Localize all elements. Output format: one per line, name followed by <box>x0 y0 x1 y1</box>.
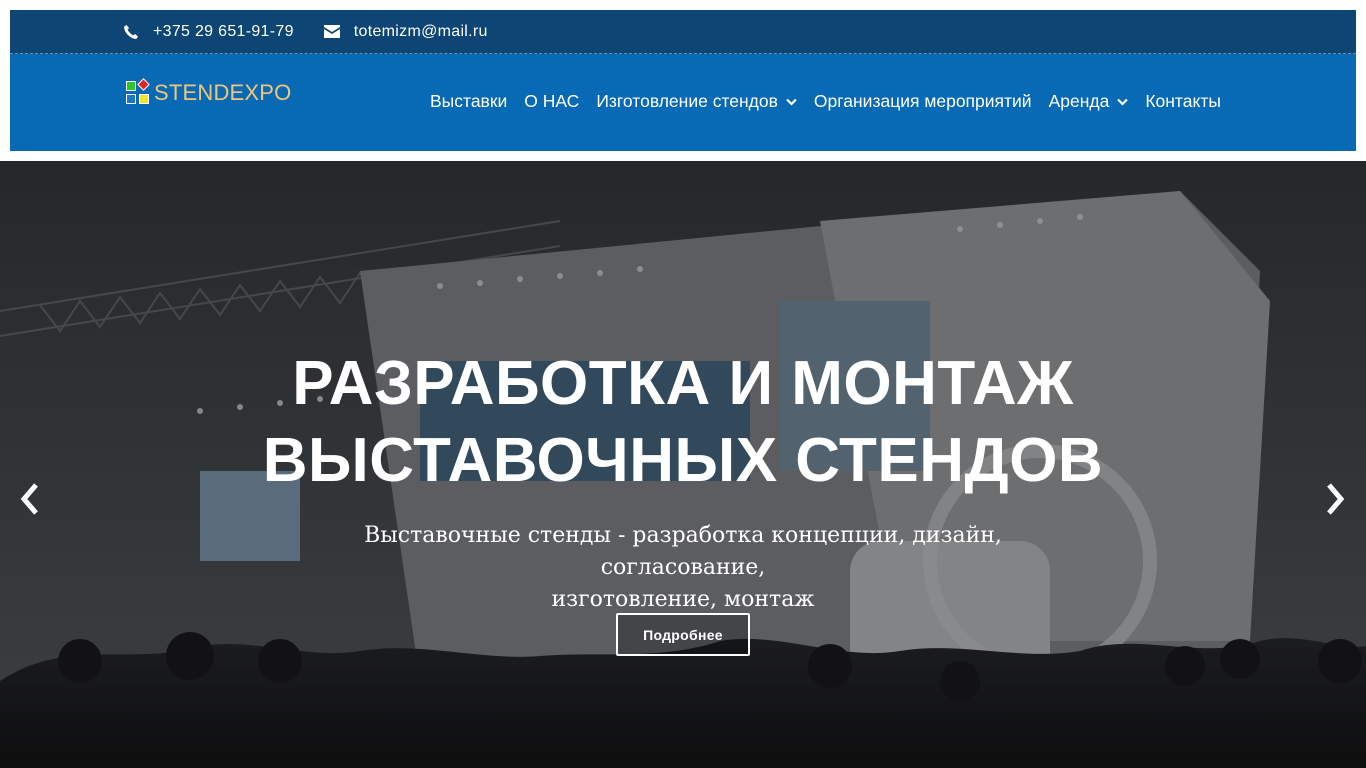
nav-label: Контакты <box>1145 91 1221 111</box>
phone-contact[interactable]: +375 29 651-91-79 <box>123 23 294 41</box>
nav-item-contacts[interactable]: Контакты <box>1145 91 1221 112</box>
contact-bar: +375 29 651-91-79 totemizm@mail.ru <box>10 10 1356 54</box>
nav-label: Организация мероприятий <box>813 91 1032 111</box>
chevron-right-icon <box>1327 483 1345 515</box>
email-contact[interactable]: totemizm@mail.ru <box>323 23 488 41</box>
hero-subtitle-line1: Выставочные стенды - разработка концепци… <box>364 523 1002 580</box>
slider-next-button[interactable] <box>1323 482 1347 521</box>
nav-item-exhibitions[interactable]: Выставки <box>430 91 507 112</box>
nav-label: Аренда <box>1048 91 1110 111</box>
phone-icon <box>124 24 138 39</box>
hero-title: РАЗРАБОТКА И МОНТАЖ ВЫСТАВОЧНЫХ СТЕНДОВ <box>0 345 1366 499</box>
nav-label: Изготовление стендов <box>596 91 778 111</box>
more-button[interactable]: Подробнее <box>616 613 750 656</box>
chevron-down-icon <box>786 98 797 106</box>
nav-item-stand-production[interactable]: Изготовление стендов <box>596 91 797 112</box>
nav-item-rent[interactable]: Аренда <box>1049 91 1129 112</box>
hero-title-line2: ВЫСТАВОЧНЫХ СТЕНДОВ <box>262 426 1104 495</box>
logo-text: STENDEXPO <box>154 80 292 105</box>
chevron-down-icon <box>1117 98 1129 106</box>
chevron-left-icon <box>20 483 38 515</box>
site-logo[interactable]: STENDEXPO <box>126 78 292 106</box>
envelope-icon <box>323 25 340 38</box>
nav-item-about[interactable]: О НАС <box>524 91 579 112</box>
phone-number[interactable]: +375 29 651-91-79 <box>153 23 294 41</box>
slider-prev-button[interactable] <box>18 482 42 521</box>
hero-slider: РАЗРАБОТКА И МОНТАЖ ВЫСТАВОЧНЫХ СТЕНДОВ … <box>0 161 1366 768</box>
main-nav: Выставки О НАС Изготовление стендов Орга… <box>430 91 1238 112</box>
hero-subtitle-line2: изготовление, монтаж <box>551 587 815 612</box>
nav-label: Выставки <box>430 91 508 111</box>
logo-mark <box>126 78 150 105</box>
nav-label: О НАС <box>524 91 580 111</box>
hero-title-line1: РАЗРАБОТКА И МОНТАЖ <box>292 349 1074 418</box>
main-navbar: STENDEXPO Выставки О НАС Изготовление ст… <box>10 54 1356 151</box>
hero-subtitle: Выставочные стенды - разработка концепци… <box>283 520 1083 616</box>
nav-item-events[interactable]: Организация мероприятий <box>814 91 1032 112</box>
site-header: +375 29 651-91-79 totemizm@mail.ru STEND… <box>10 10 1356 151</box>
email-address[interactable]: totemizm@mail.ru <box>354 23 488 41</box>
